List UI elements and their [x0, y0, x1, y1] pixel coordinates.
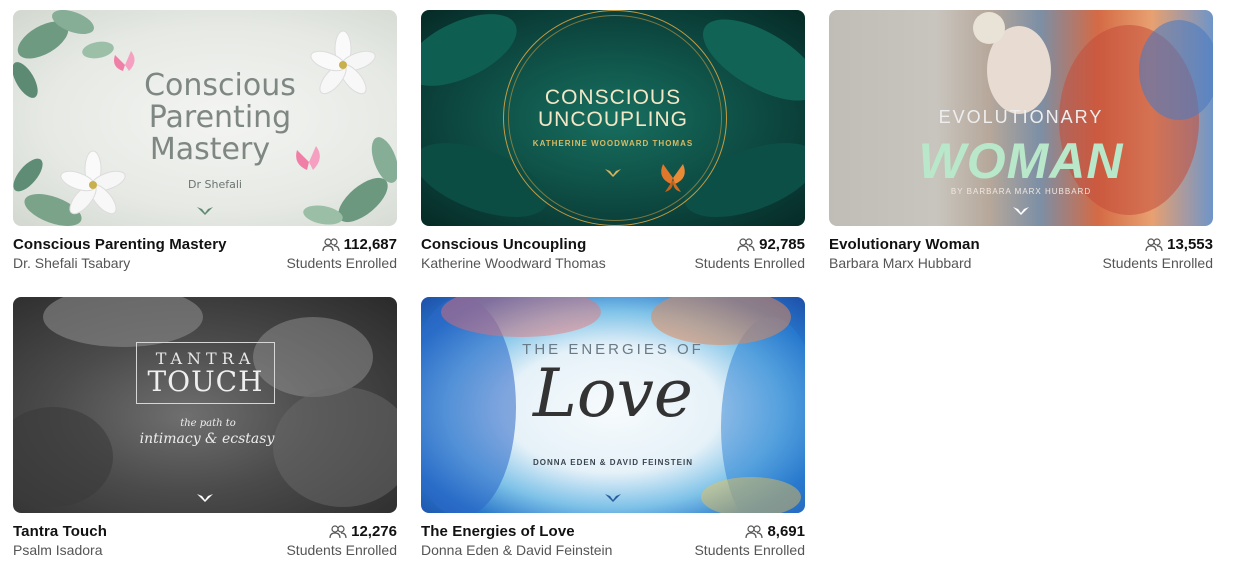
course-thumbnail[interactable]: CONSCIOUS UNCOUPLING KATHERINE WOODWARD … [421, 10, 805, 226]
course-grid: Conscious Parenting Mastery Dr Shefali C… [0, 0, 1238, 586]
students-enrolled-label: Students Enrolled [286, 255, 397, 271]
hands-decoration [13, 297, 397, 507]
course-meta: Tantra Touch Psalm Isadora 12,276 Studen… [13, 523, 397, 560]
course-card-energies-of-love[interactable]: THE ENERGIES OF Love DONNA EDEN & DAVID … [421, 297, 805, 560]
art-title-line2: TOUCH [147, 365, 264, 398]
students-enrolled-label: Students Enrolled [286, 542, 397, 558]
students-enrolled-label: Students Enrolled [694, 255, 805, 271]
course-title[interactable]: Conscious Parenting Mastery [13, 236, 227, 254]
course-card-tantra-touch[interactable]: TANTRA TOUCH the path to intimacy & ecst… [13, 297, 397, 560]
course-card-conscious-uncoupling[interactable]: CONSCIOUS UNCOUPLING KATHERINE WOODWARD … [421, 10, 805, 273]
course-author: Dr. Shefali Tsabary [13, 255, 131, 271]
course-author: Katherine Woodward Thomas [421, 255, 606, 271]
people-icon [321, 238, 340, 252]
course-title[interactable]: Evolutionary Woman [829, 236, 980, 254]
course-meta: Conscious Parenting Mastery Dr. Shefali … [13, 236, 397, 273]
course-thumbnail[interactable]: Conscious Parenting Mastery Dr Shefali [13, 10, 397, 226]
art-title-line2: UNCOUPLING [537, 108, 689, 131]
mindvalley-logo-icon [605, 169, 621, 177]
course-meta: Evolutionary Woman Barbara Marx Hubbard … [829, 236, 1213, 273]
art-byline: DONNA EDEN & DAVID FEINSTEIN [532, 458, 693, 467]
course-card-conscious-parenting[interactable]: Conscious Parenting Mastery Dr Shefali C… [13, 10, 397, 273]
students-enrolled-label: Students Enrolled [694, 542, 805, 558]
course-title[interactable]: Tantra Touch [13, 523, 107, 541]
course-thumbnail[interactable]: EVOLUTIONARY WOMAN BY BARBARA MARX HUBBA… [829, 10, 1213, 226]
art-title-line1: Conscious [144, 68, 296, 103]
course-thumbnail[interactable]: THE ENERGIES OF Love DONNA EDEN & DAVID … [421, 297, 805, 513]
course-meta: Conscious Uncoupling Katherine Woodward … [421, 236, 805, 273]
art-title-line2: Parenting [148, 100, 292, 135]
enrolled-count: 12,276 [351, 523, 397, 540]
enrolled-count: 92,785 [759, 236, 805, 253]
mindvalley-logo-icon [197, 207, 213, 215]
art-byline: KATHERINE WOODWARD THOMAS [532, 139, 694, 148]
art-title-line1: EVOLUTIONARY [938, 107, 1104, 127]
mindvalley-logo-icon [197, 494, 213, 502]
people-icon [329, 525, 347, 539]
course-title[interactable]: Conscious Uncoupling [421, 236, 606, 254]
art-tagline: the path to [180, 418, 236, 429]
course-author: Barbara Marx Hubbard [829, 255, 972, 271]
art-title-line3: Mastery [149, 132, 271, 167]
art-title-line2: Love [533, 355, 693, 432]
mindvalley-logo-icon [605, 494, 621, 502]
enrolled-count: 112,687 [343, 236, 397, 253]
course-card-evolutionary-woman[interactable]: EVOLUTIONARY WOMAN BY BARBARA MARX HUBBA… [829, 10, 1213, 273]
art-byline: Dr Shefali [188, 178, 242, 191]
enrolled-count: 8,691 [767, 523, 805, 540]
art-tagline-main: intimacy & ecstasy [139, 431, 275, 447]
course-author: Donna Eden & David Feinstein [421, 542, 613, 558]
mindvalley-logo-icon [1013, 207, 1029, 215]
students-enrolled-label: Students Enrolled [1102, 255, 1213, 271]
course-meta: The Energies of Love Donna Eden & David … [421, 523, 805, 560]
art-byline: BY BARBARA MARX HUBBARD [950, 187, 1092, 196]
course-author: Psalm Isadora [13, 542, 103, 558]
people-icon [737, 238, 755, 252]
art-title-line1: CONSCIOUS [544, 86, 682, 109]
people-icon [745, 525, 764, 539]
enrolled-count: 13,553 [1167, 236, 1213, 253]
people-icon [1145, 238, 1163, 252]
art-title-line2: WOMAN [918, 133, 1124, 189]
course-title[interactable]: The Energies of Love [421, 523, 612, 541]
course-thumbnail[interactable]: TANTRA TOUCH the path to intimacy & ecst… [13, 297, 397, 513]
